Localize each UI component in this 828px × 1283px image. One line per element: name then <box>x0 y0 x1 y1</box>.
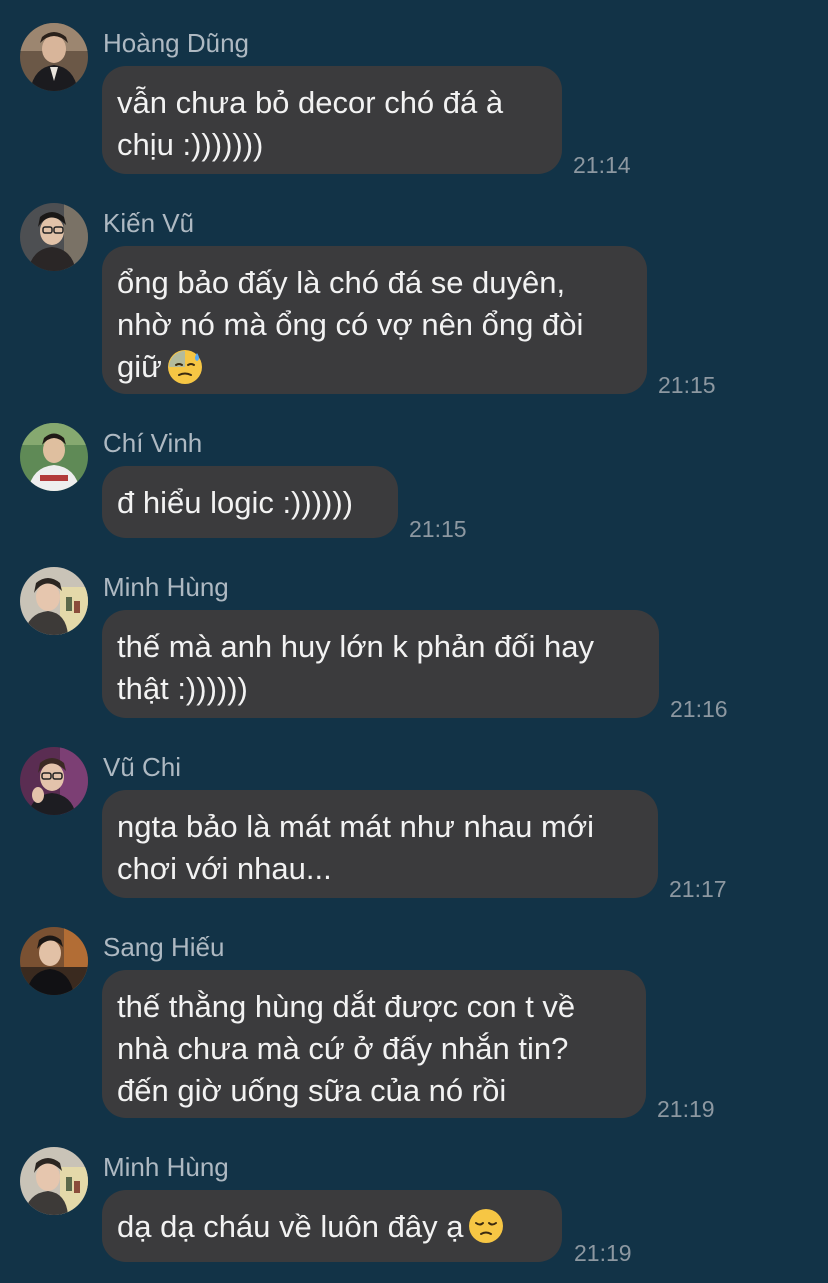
sender-name: Kiến Vũ <box>103 208 195 238</box>
message-text: đ hiểu logic :)))))) <box>117 485 353 520</box>
message-text: vẫn chưa bỏ decor chó đá à chịu :))))))) <box>117 85 504 162</box>
sender-name: Chí Vinh <box>103 428 203 458</box>
message-time: 21:17 <box>669 876 727 902</box>
message-bubble[interactable]: vẫn chưa bỏ decor chó đá à chịu :))))))) <box>102 66 562 174</box>
sender-name: Vũ Chi <box>103 752 182 782</box>
downcast-sweat-face-icon <box>167 350 202 384</box>
sender-name: Hoàng Dũng <box>103 28 249 58</box>
message-time: 21:15 <box>658 372 716 398</box>
message-bubble[interactable]: ổng bảo đấy là chó đá se duyên, nhờ nó m… <box>102 246 647 394</box>
sender-name: Minh Hùng <box>103 572 229 602</box>
message-text: ngta bảo là mát mát như nhau mới chơi vớ… <box>117 809 595 886</box>
message-text: thế thằng hùng dắt được con t về nhà chư… <box>117 989 576 1108</box>
chat-thread: Hoàng Dũng vẫn chưa bỏ decor chó đá à ch… <box>0 0 828 1283</box>
message-time: 21:19 <box>574 1240 632 1266</box>
message-bubble[interactable]: thế thằng hùng dắt được con t về nhà chư… <box>102 970 646 1118</box>
avatar[interactable] <box>20 1147 88 1215</box>
avatar[interactable] <box>20 927 88 995</box>
pensive-face-icon <box>469 1209 504 1243</box>
avatar[interactable] <box>20 23 88 91</box>
message-text: ổng bảo đấy là chó đá se duyên, nhờ nó m… <box>117 265 584 384</box>
message-text: dạ dạ cháu về luôn đây ạ <box>117 1206 546 1248</box>
avatar[interactable] <box>20 423 88 491</box>
message-text: thế mà anh huy lớn k phản đối hay thật :… <box>117 629 595 706</box>
message-bubble[interactable]: thế mà anh huy lớn k phản đối hay thật :… <box>102 610 659 718</box>
avatar[interactable] <box>20 203 88 271</box>
message-time: 21:19 <box>657 1096 715 1122</box>
message-bubble[interactable]: ngta bảo là mát mát như nhau mới chơi vớ… <box>102 790 658 898</box>
sender-name: Minh Hùng <box>103 1152 229 1182</box>
message-time: 21:16 <box>670 696 728 722</box>
message-bubble[interactable]: đ hiểu logic :)))))) <box>102 466 398 538</box>
message-bubble[interactable]: dạ dạ cháu về luôn đây ạ <box>102 1190 562 1262</box>
sender-name: Sang Hiếu <box>103 932 225 962</box>
avatar[interactable] <box>20 747 88 815</box>
message-time: 21:15 <box>409 516 467 542</box>
avatar[interactable] <box>20 567 88 635</box>
message-time: 21:14 <box>573 152 631 178</box>
